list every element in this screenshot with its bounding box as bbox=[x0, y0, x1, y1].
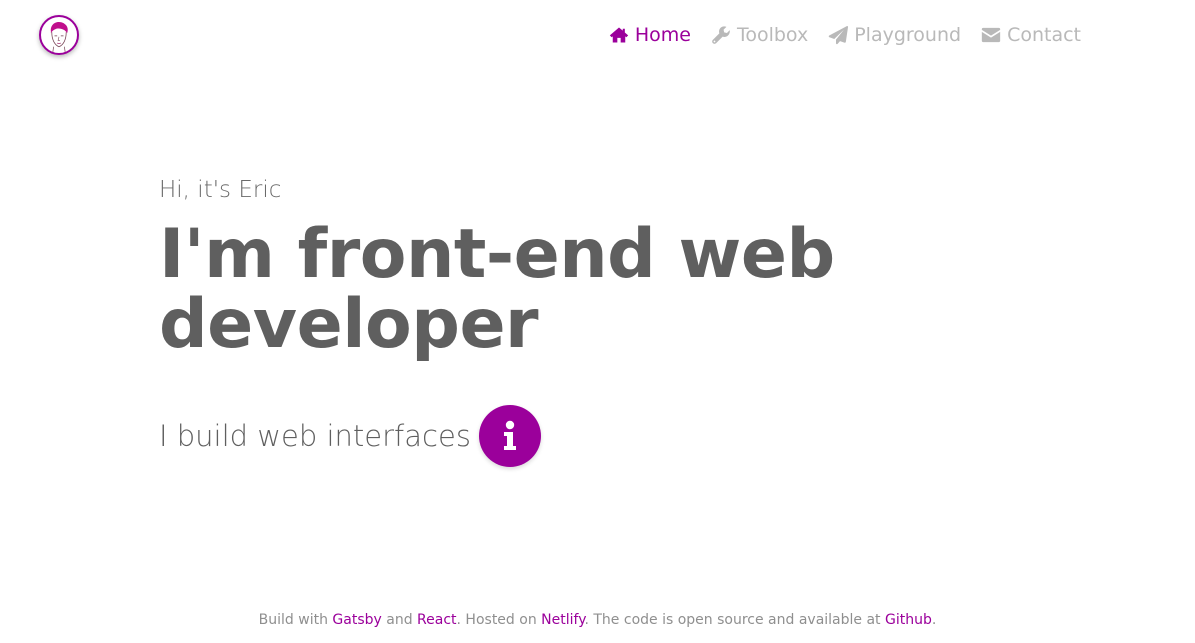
footer-text: . bbox=[931, 612, 937, 628]
gatsby-link[interactable]: Gatsby bbox=[332, 612, 381, 628]
main-nav: Home Toolbox Playground Contact bbox=[609, 22, 1081, 48]
page-title: I'm front-end web developer bbox=[159, 215, 835, 364]
footer-text: . The code is open source and available … bbox=[584, 612, 885, 628]
footer-text: Build with bbox=[258, 612, 333, 628]
footer-text: and bbox=[381, 612, 418, 628]
nav-item-label: Toolbox bbox=[736, 24, 809, 46]
info-button[interactable] bbox=[478, 405, 541, 467]
netlify-link[interactable]: Netlify bbox=[541, 612, 584, 628]
footer: Build with Gatsby and React. Hosted on N… bbox=[0, 609, 1195, 631]
nav-item-toolbox[interactable]: Toolbox bbox=[711, 22, 808, 48]
avatar[interactable] bbox=[39, 15, 79, 55]
github-link[interactable]: Github bbox=[885, 612, 932, 628]
nav-item-label: Playground bbox=[854, 24, 962, 46]
wrench-icon bbox=[711, 25, 731, 45]
home-icon bbox=[609, 25, 629, 45]
footer-text: . Hosted on bbox=[456, 612, 542, 628]
envelope-icon bbox=[981, 25, 1001, 45]
info-icon bbox=[503, 420, 516, 450]
nav-item-home[interactable]: Home bbox=[609, 22, 691, 48]
paper-plane-icon bbox=[828, 25, 849, 45]
nav-item-playground[interactable]: Playground bbox=[828, 22, 961, 48]
nav-item-contact[interactable]: Contact bbox=[981, 22, 1081, 48]
tagline-text: I build web interfaces bbox=[159, 419, 471, 453]
nav-item-label: Home bbox=[634, 24, 691, 46]
nav-item-label: Contact bbox=[1007, 24, 1081, 46]
hero-section: Hi, it's Eric I'm front-end web develope… bbox=[159, 172, 859, 467]
tagline-row: I build web interfaces bbox=[159, 405, 859, 467]
page: Home Toolbox Playground Contact Hi, it's… bbox=[0, 0, 1195, 643]
avatar-portrait-icon bbox=[50, 21, 68, 53]
react-link[interactable]: React bbox=[417, 612, 456, 628]
greeting-text: Hi, it's Eric bbox=[159, 177, 282, 203]
